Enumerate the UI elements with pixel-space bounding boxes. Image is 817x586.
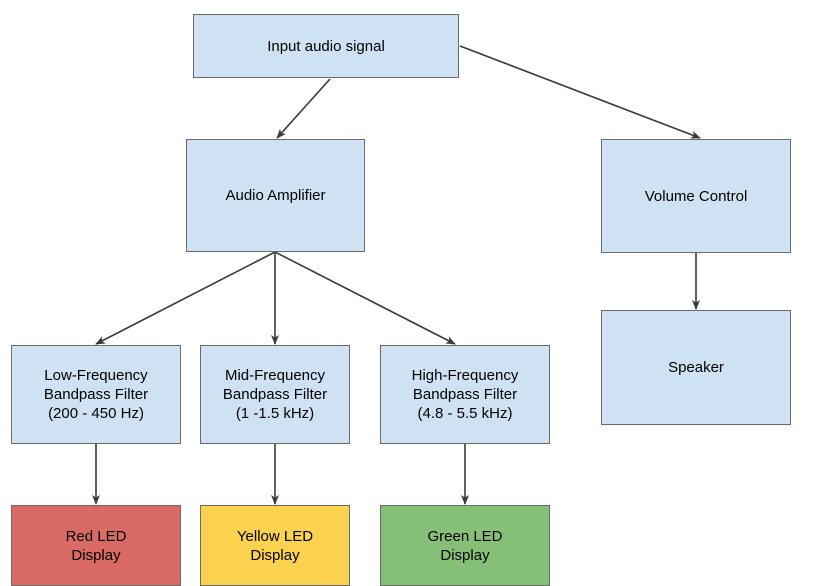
- node-volume-control-label: Volume Control: [644, 187, 748, 205]
- edge-input-to-amplifier: [276, 78, 331, 139]
- audio-signal-block-diagram: Input audio signal Audio Amplifier Volum…: [0, 0, 817, 586]
- node-yellow-led-display-label: Yellow LED Display: [236, 527, 314, 564]
- node-input-audio-signal[interactable]: Input audio signal: [193, 14, 459, 78]
- node-red-led-display[interactable]: Red LED Display: [11, 505, 181, 586]
- node-input-audio-signal-label: Input audio signal: [267, 37, 385, 55]
- node-mid-frequency-bandpass-filter-label: Mid-Frequency Bandpass Filter (1 -1.5 kH…: [222, 367, 328, 422]
- node-low-frequency-bandpass-filter[interactable]: Low-Frequency Bandpass Filter (200 - 450…: [11, 345, 181, 444]
- node-audio-amplifier[interactable]: Audio Amplifier: [186, 139, 365, 252]
- node-high-frequency-bandpass-filter[interactable]: High-Frequency Bandpass Filter (4.8 - 5.…: [380, 345, 550, 444]
- node-audio-amplifier-label: Audio Amplifier: [225, 187, 326, 204]
- node-green-led-display-label: Green LED Display: [427, 527, 503, 564]
- node-high-frequency-bandpass-filter-label: High-Frequency Bandpass Filter (4.8 - 5.…: [411, 367, 519, 422]
- node-yellow-led-display[interactable]: Yellow LED Display: [200, 505, 350, 586]
- node-mid-frequency-bandpass-filter[interactable]: Mid-Frequency Bandpass Filter (1 -1.5 kH…: [200, 345, 350, 444]
- node-green-led-display[interactable]: Green LED Display: [380, 505, 550, 586]
- edge-amplifier-to-high-filter: [274, 251, 456, 345]
- edge-input-to-volume-control: [459, 45, 701, 139]
- node-red-led-display-label: Red LED Display: [65, 527, 127, 564]
- node-speaker[interactable]: Speaker: [601, 310, 791, 425]
- edge-amplifier-to-low-filter: [95, 251, 276, 345]
- node-low-frequency-bandpass-filter-label: Low-Frequency Bandpass Filter (200 - 450…: [43, 367, 149, 422]
- node-volume-control[interactable]: Volume Control: [601, 139, 791, 253]
- edge-layer: [92, 45, 701, 505]
- node-speaker-label: Speaker: [668, 359, 724, 376]
